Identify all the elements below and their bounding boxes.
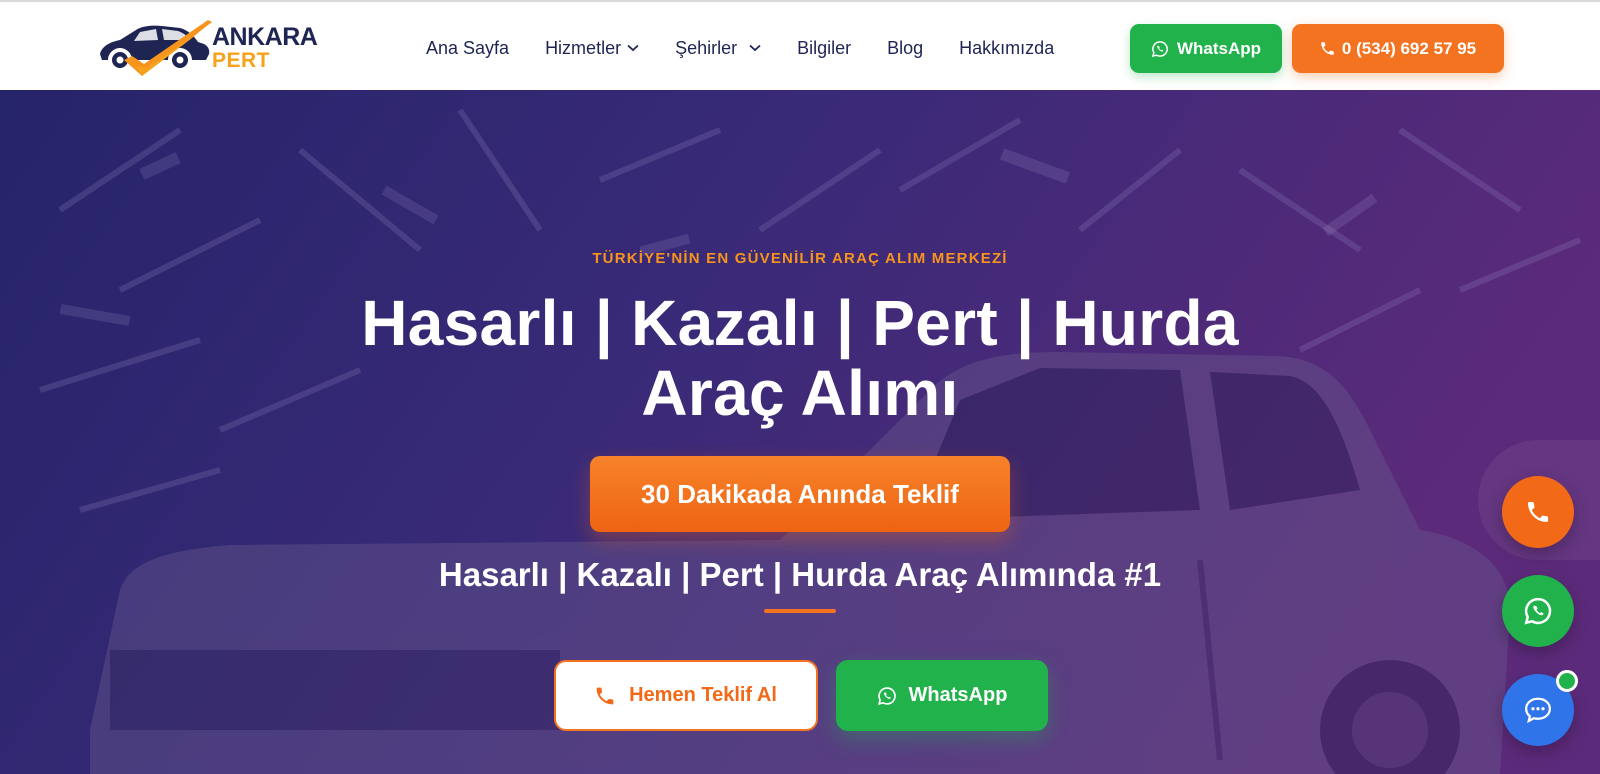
instant-offer-button[interactable]: 30 Dakikada Anında Teklif	[590, 456, 1010, 532]
site-header: ANKARA PERT Ana Sayfa Hizmetler Şehirler…	[0, 0, 1600, 90]
nav-label: Blog	[887, 37, 924, 58]
floating-whatsapp-button[interactable]	[1502, 575, 1574, 647]
nav-label: Ana Sayfa	[426, 37, 510, 58]
nav-item-sehirler[interactable]: Şehirler	[675, 38, 761, 59]
nav-item-blog[interactable]: Blog	[887, 38, 923, 59]
hero-title-line2: Araç Alımı	[641, 357, 959, 429]
car-logo-icon	[100, 20, 212, 76]
hero-kicker: TÜRKİYE'NİN EN GÜVENİLİR ARAÇ ALIM MERKE…	[592, 250, 1008, 267]
whatsapp-icon	[1524, 597, 1552, 625]
nav-item-bilgiler[interactable]: Bilgiler	[797, 38, 851, 59]
chevron-down-icon	[749, 44, 761, 52]
phone-icon	[1528, 502, 1548, 522]
get-offer-label: Hemen Teklif Al	[629, 684, 777, 706]
nav-item-hizmetler[interactable]: Hizmetler	[545, 38, 639, 59]
header-phone-label: 0 (534) 692 57 95	[1341, 38, 1477, 58]
whatsapp-icon	[877, 686, 896, 705]
chat-icon	[1524, 697, 1552, 724]
nav-item-hakkimizda[interactable]: Hakkımızda	[959, 38, 1054, 59]
logo[interactable]: ANKARA PERT	[96, 16, 336, 80]
nav-label: Şehirler	[675, 37, 738, 58]
header-whatsapp-label: WhatsApp	[1176, 38, 1262, 58]
online-status-dot	[1556, 670, 1578, 692]
hero-title-line1: Hasarlı | Kazalı | Pert | Hurda	[361, 287, 1239, 359]
hero-subtitle: Hasarlı | Kazalı | Pert | Hurda Araç Alı…	[438, 556, 1162, 593]
hero-title: Hasarlı | Kazalı | Pert | Hurda Araç Alı…	[250, 288, 1350, 428]
main-nav: Ana Sayfa Hizmetler Şehirler Bilgiler Bl…	[426, 36, 1090, 60]
nav-item-ana-sayfa[interactable]: Ana Sayfa	[426, 38, 509, 59]
nav-label: Hizmetler	[545, 37, 622, 58]
subtitle-underline	[764, 609, 836, 613]
phone-icon	[1321, 42, 1334, 55]
logo-name-bottom: PERT	[212, 49, 271, 72]
whatsapp-icon	[1151, 40, 1168, 57]
hero-section: TÜRKİYE'NİN EN GÜVENİLİR ARAÇ ALIM MERKE…	[0, 90, 1600, 774]
floating-phone-button[interactable]	[1502, 476, 1574, 548]
nav-label: Hakkımızda	[959, 37, 1055, 58]
hero-whatsapp-label: WhatsApp	[908, 684, 1008, 706]
hero-content: TÜRKİYE'NİN EN GÜVENİLİR ARAÇ ALIM MERKE…	[0, 90, 1600, 774]
chevron-down-icon	[627, 44, 639, 52]
header-phone-button[interactable]: 0 (534) 692 57 95	[1292, 24, 1504, 73]
phone-icon	[596, 687, 614, 704]
get-offer-button[interactable]: Hemen Teklif Al	[554, 660, 818, 731]
logo-name-top: ANKARA	[212, 23, 318, 51]
header-whatsapp-button[interactable]: WhatsApp	[1130, 24, 1282, 73]
hero-whatsapp-button[interactable]: WhatsApp	[836, 660, 1048, 731]
nav-label: Bilgiler	[797, 37, 852, 58]
